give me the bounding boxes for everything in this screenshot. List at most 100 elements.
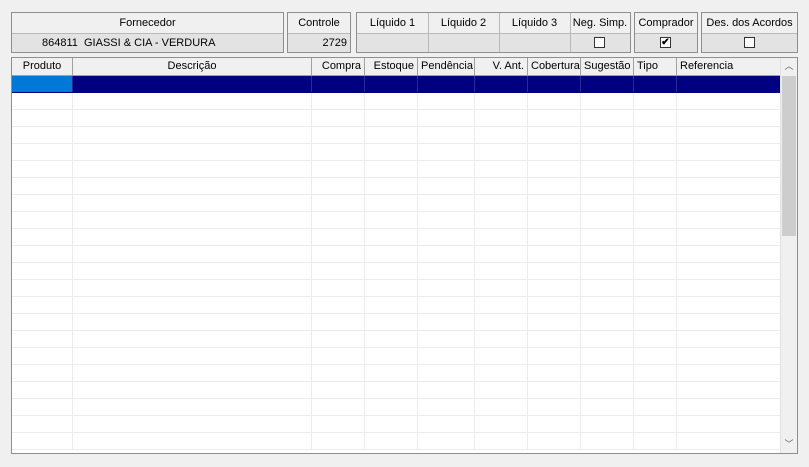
table-row[interactable] [12,365,781,382]
table-cell[interactable] [634,314,677,330]
table-cell[interactable] [677,110,781,126]
table-cell[interactable] [475,178,528,194]
table-cell[interactable] [475,110,528,126]
table-cell[interactable] [581,314,634,330]
table-cell[interactable] [418,76,475,92]
table-row[interactable] [12,161,781,178]
table-cell[interactable] [418,399,475,415]
table-cell[interactable] [475,144,528,160]
table-cell[interactable] [528,314,581,330]
table-cell[interactable] [418,416,475,432]
col-header-sugestao[interactable]: Sugestão [581,58,634,75]
table-cell[interactable] [475,76,528,92]
table-cell[interactable] [365,280,418,296]
table-cell[interactable] [528,195,581,211]
table-cell[interactable] [677,433,781,449]
chevron-down-icon[interactable]: ﹀ [781,436,797,453]
table-cell[interactable] [528,246,581,262]
table-cell[interactable] [12,263,73,279]
table-cell[interactable] [677,280,781,296]
table-cell[interactable] [365,314,418,330]
table-cell[interactable] [677,297,781,313]
table-cell[interactable] [312,365,365,381]
table-cell[interactable] [365,433,418,449]
liquido-2-value[interactable] [428,33,499,52]
table-cell[interactable] [312,314,365,330]
table-cell[interactable] [12,161,73,177]
table-cell[interactable] [581,331,634,347]
table-cell[interactable] [12,212,73,228]
table-cell[interactable] [365,229,418,245]
table-cell[interactable] [312,93,365,109]
table-cell[interactable] [418,331,475,347]
table-cell[interactable] [418,161,475,177]
fornecedor-value-field[interactable]: 864811 GIASSI & CIA - VERDURA [12,33,283,52]
table-cell[interactable] [418,433,475,449]
table-cell[interactable] [312,127,365,143]
table-cell[interactable] [418,297,475,313]
col-header-v-ant[interactable]: V. Ant. [475,58,528,75]
table-cell[interactable] [365,331,418,347]
table-row[interactable] [12,229,781,246]
table-cell[interactable] [312,246,365,262]
table-cell[interactable] [475,161,528,177]
table-cell[interactable] [12,195,73,211]
table-row[interactable] [12,144,781,161]
table-cell[interactable] [12,382,73,398]
table-cell[interactable] [475,399,528,415]
table-cell[interactable] [418,246,475,262]
table-cell[interactable] [475,365,528,381]
table-cell[interactable] [365,365,418,381]
table-cell[interactable] [634,93,677,109]
table-cell[interactable] [581,195,634,211]
table-cell[interactable] [73,365,312,381]
table-cell[interactable] [677,348,781,364]
table-cell[interactable] [677,178,781,194]
table-cell[interactable] [73,297,312,313]
table-cell[interactable] [12,178,73,194]
table-cell[interactable] [312,195,365,211]
table-cell[interactable] [12,348,73,364]
table-cell[interactable] [581,280,634,296]
table-cell[interactable] [528,212,581,228]
table-cell[interactable] [581,246,634,262]
table-cell[interactable] [73,348,312,364]
table-cell[interactable] [12,93,73,109]
col-header-produto[interactable]: Produto [12,58,73,75]
table-cell[interactable] [418,110,475,126]
table-cell[interactable] [581,399,634,415]
table-cell[interactable] [581,93,634,109]
table-row[interactable] [12,195,781,212]
table-cell[interactable] [73,263,312,279]
table-cell[interactable] [475,280,528,296]
table-cell[interactable] [12,246,73,262]
table-cell[interactable] [528,229,581,245]
table-cell[interactable] [634,76,677,92]
table-cell[interactable] [365,195,418,211]
table-cell[interactable] [528,93,581,109]
table-cell[interactable] [365,382,418,398]
table-cell[interactable] [677,229,781,245]
table-row[interactable] [12,348,781,365]
table-cell[interactable] [73,110,312,126]
table-cell[interactable] [581,161,634,177]
table-cell[interactable] [528,416,581,432]
table-cell[interactable] [365,246,418,262]
table-cell[interactable] [581,212,634,228]
table-cell[interactable] [73,246,312,262]
scrollbar-thumb[interactable] [782,76,796,236]
table-cell[interactable] [312,110,365,126]
table-cell[interactable] [634,127,677,143]
table-row[interactable] [12,178,781,195]
table-cell[interactable] [581,382,634,398]
table-cell[interactable] [528,263,581,279]
table-cell[interactable] [677,144,781,160]
products-grid[interactable]: Produto Descrição Compra Estoque Pendênc… [11,57,798,454]
table-cell[interactable] [418,314,475,330]
table-cell[interactable] [365,212,418,228]
table-cell[interactable] [73,144,312,160]
col-header-tipo[interactable]: Tipo [634,58,677,75]
liquido-1-value[interactable] [357,33,428,52]
table-cell[interactable] [581,433,634,449]
table-cell[interactable] [581,365,634,381]
